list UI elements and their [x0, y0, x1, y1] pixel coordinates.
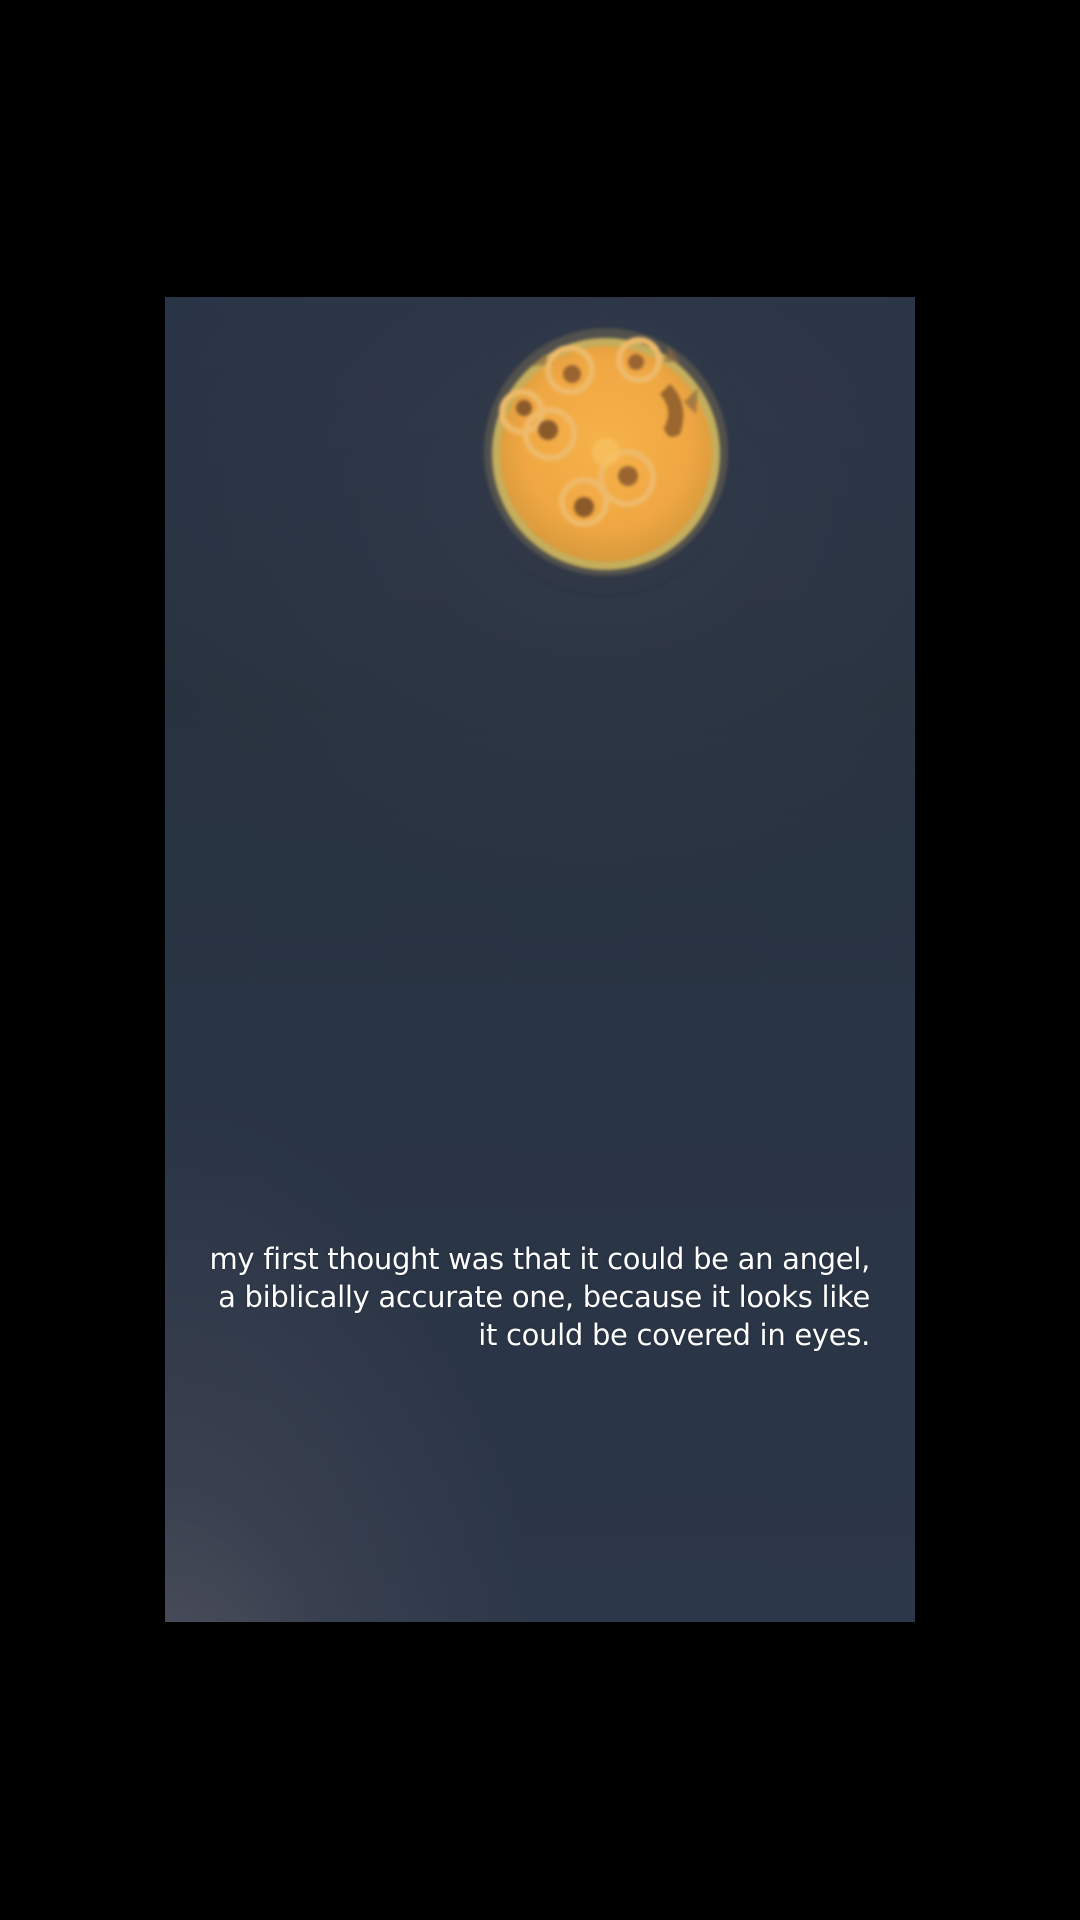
caption-line-1: my first thought was that it could be an…	[209, 1242, 870, 1276]
video-frame[interactable]: my first thought was that it could be an…	[165, 297, 915, 1622]
video-screen: my first thought was that it could be an…	[0, 0, 1080, 1920]
caption: my first thought was that it could be an…	[195, 1240, 870, 1354]
caption-line-3: it could be covered in eyes.	[478, 1318, 870, 1352]
glowing-orb	[484, 328, 728, 576]
caption-line-2: a biblically accurate one, because it lo…	[218, 1280, 870, 1314]
